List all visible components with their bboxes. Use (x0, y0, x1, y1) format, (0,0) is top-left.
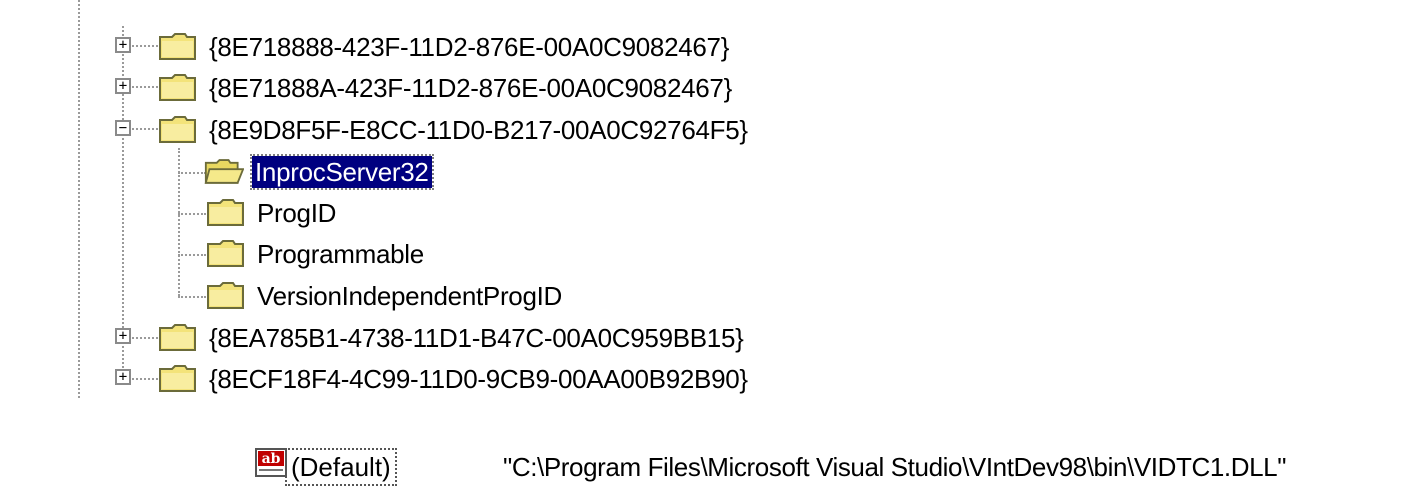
open-folder-icon (204, 159, 244, 184)
tree-node-versionindependentprogid[interactable]: VersionIndependentProgID (0, 276, 1000, 316)
tree-node-label-selected[interactable]: InprocServer32 (250, 154, 434, 190)
tree-node-inprocserver32[interactable]: InprocServer32 (0, 152, 1000, 192)
value-data: "C:\Program Files\Microsoft Visual Studi… (503, 452, 1287, 482)
tree-node-key[interactable]: + {8E718888-423F-11D2-876E-00A0C9082467} (0, 27, 1000, 67)
tree-node-label[interactable]: {8ECF18F4-4C99-11D0-9CB9-00AA00B92B90} (206, 363, 751, 395)
registry-value-row[interactable]: ab (Default) "C:\Program Files\Microsoft… (255, 448, 1405, 488)
tree-node-label[interactable]: {8E71888A-423F-11D2-876E-00A0C9082467} (206, 72, 735, 104)
expand-icon[interactable]: + (115, 369, 131, 385)
tree-node-label[interactable]: Programmable (254, 238, 427, 270)
tree-node-progid[interactable]: ProgID (0, 193, 1000, 233)
tree-node-label[interactable]: {8E9D8F5F-E8CC-11D0-B217-00A0C92764F5} (206, 114, 751, 146)
tree-node-programmable[interactable]: Programmable (0, 234, 1000, 274)
tree-node-key[interactable]: + {8E71888A-423F-11D2-876E-00A0C9082467} (0, 68, 1000, 108)
tree-node-label[interactable]: ProgID (254, 197, 339, 229)
folder-icon (207, 199, 244, 226)
tree-node-key-expanded[interactable]: − {8E9D8F5F-E8CC-11D0-B217-00A0C92764F5} (0, 110, 1000, 150)
expand-icon[interactable]: + (115, 37, 131, 53)
tree-node-key[interactable]: + {8ECF18F4-4C99-11D0-9CB9-00AA00B92B90} (0, 359, 1000, 399)
folder-icon (159, 33, 196, 60)
string-value-icon-text: ab (262, 451, 281, 467)
tree-node-label[interactable]: VersionIndependentProgID (254, 280, 565, 312)
string-value-icon: ab (255, 448, 287, 477)
tree-node-label[interactable]: {8EA785B1-4738-11D1-B47C-00A0C959BB15} (206, 322, 747, 354)
folder-icon (159, 116, 196, 143)
expand-icon[interactable]: + (115, 78, 131, 94)
value-name[interactable]: (Default) (285, 448, 397, 486)
tree-node-key[interactable]: + {8EA785B1-4738-11D1-B47C-00A0C959BB15} (0, 318, 1000, 358)
folder-icon (207, 240, 244, 267)
folder-icon (207, 282, 244, 309)
expand-icon[interactable]: + (115, 328, 131, 344)
folder-icon (159, 74, 196, 101)
tree-node-label[interactable]: {8E718888-423F-11D2-876E-00A0C9082467} (206, 31, 732, 63)
collapse-icon[interactable]: − (115, 120, 131, 136)
folder-icon (159, 365, 196, 392)
folder-icon (159, 324, 196, 351)
